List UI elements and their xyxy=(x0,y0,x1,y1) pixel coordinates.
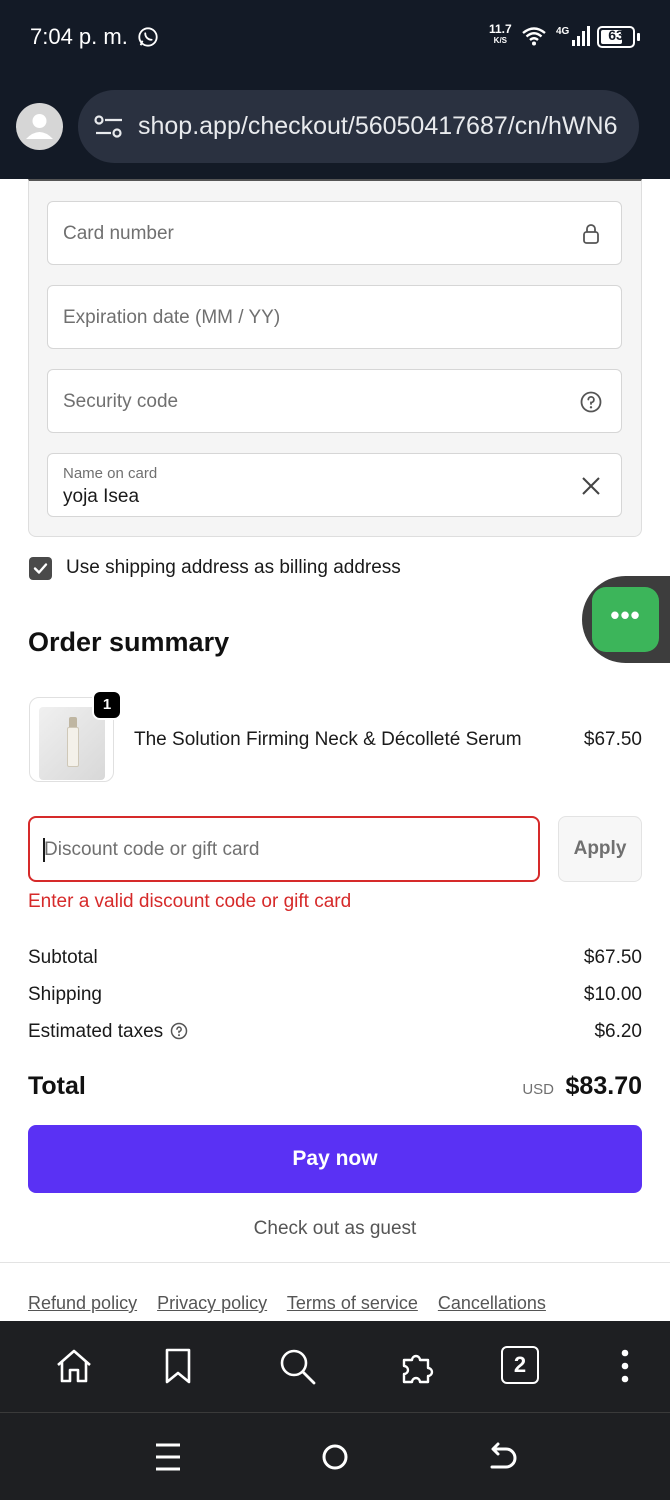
total-amount: $83.70 xyxy=(565,1072,642,1100)
discount-placeholder: Discount code or gift card xyxy=(44,839,260,860)
clear-icon[interactable] xyxy=(579,474,603,498)
pay-now-button[interactable]: Pay now xyxy=(28,1125,642,1193)
footer-divider xyxy=(0,1262,670,1263)
network-type-label: 4G xyxy=(556,26,570,37)
shipping-amount: $10.00 xyxy=(583,984,642,1005)
address-bar[interactable]: shop.app/checkout/56050417687/cn/hWN6 xyxy=(78,90,639,163)
battery-indicator: 63 xyxy=(597,26,641,48)
taxes-help-icon[interactable] xyxy=(170,1022,188,1040)
discount-error-message: Enter a valid discount code or gift card xyxy=(28,891,352,912)
refund-policy-link[interactable]: Refund policy xyxy=(28,1293,137,1313)
more-menu-icon[interactable] xyxy=(605,1346,645,1386)
lock-icon xyxy=(583,224,599,244)
taxes-label: Estimated taxes xyxy=(28,1021,164,1042)
security-code-field[interactable]: Security code xyxy=(47,369,622,433)
card-number-placeholder: Card number xyxy=(63,223,174,244)
wifi-icon xyxy=(522,27,546,46)
url-text: shop.app/checkout/56050417687/cn/hWN6 xyxy=(138,112,618,140)
system-navigation-bar xyxy=(0,1412,670,1500)
net-speed-value: 11.7 xyxy=(489,22,512,36)
expiration-date-field[interactable]: Expiration date (MM / YY) xyxy=(47,285,622,349)
security-code-placeholder: Security code xyxy=(63,391,179,412)
billing-checkbox-label[interactable]: Use shipping address as billing address xyxy=(66,557,401,579)
browser-bottom-toolbar: 2 xyxy=(0,1321,670,1412)
discount-code-input[interactable]: Discount code or gift card xyxy=(28,816,540,882)
name-on-card-field[interactable]: Name on card yoja Isea xyxy=(47,453,622,517)
order-summary-title: Order summary xyxy=(28,627,230,657)
shipping-label: Shipping xyxy=(28,984,102,1005)
product-name: The Solution Firming Neck & Décolleté Se… xyxy=(134,729,522,750)
privacy-policy-link[interactable]: Privacy policy xyxy=(157,1293,267,1313)
profile-avatar[interactable] xyxy=(16,103,63,150)
back-icon[interactable] xyxy=(484,1439,520,1475)
shipping-row: Shipping $10.00 xyxy=(28,984,642,1010)
total-currency: USD xyxy=(522,1081,554,1098)
subtotal-row: Subtotal $67.50 xyxy=(28,947,642,973)
browser-top-bar: 7:04 p. m. 11.7 K/S 4G 63 shop.app/check… xyxy=(0,0,670,179)
policy-links: Refund policy Privacy policy Terms of se… xyxy=(28,1293,561,1314)
subtotal-amount: $67.50 xyxy=(583,947,642,968)
cancellations-link[interactable]: Cancellations xyxy=(438,1293,546,1313)
chat-widget-tab: ••• xyxy=(582,576,670,663)
taxes-row: Estimated taxes $6.20 xyxy=(28,1021,642,1047)
billing-address-checkbox[interactable] xyxy=(29,557,52,580)
site-settings-icon[interactable] xyxy=(94,114,124,140)
subtotal-label: Subtotal xyxy=(28,947,98,968)
home-icon[interactable] xyxy=(54,1346,94,1386)
name-on-card-label: Name on card xyxy=(63,465,158,482)
extensions-icon[interactable] xyxy=(398,1346,438,1386)
whatsapp-icon xyxy=(138,27,158,47)
total-row: Total USD $83.70 xyxy=(28,1071,642,1105)
card-number-field[interactable]: Card number xyxy=(47,201,622,265)
checkmark-icon xyxy=(33,563,48,574)
bookmark-icon[interactable] xyxy=(158,1346,198,1386)
battery-level: 63 xyxy=(608,27,624,43)
cell-signal-icon: 4G xyxy=(556,26,590,46)
search-icon[interactable] xyxy=(277,1346,317,1386)
terms-of-service-link[interactable]: Terms of service xyxy=(287,1293,418,1313)
expiration-placeholder: Expiration date (MM / YY) xyxy=(63,307,281,328)
home-circle-icon[interactable] xyxy=(317,1439,353,1475)
status-time: 7:04 p. m. xyxy=(30,24,128,49)
help-circle-icon[interactable] xyxy=(579,390,603,414)
text-cursor xyxy=(43,838,45,862)
taxes-amount: $6.20 xyxy=(594,1021,642,1042)
net-speed-unit: K/S xyxy=(493,36,508,45)
product-price: $67.50 xyxy=(583,729,642,750)
total-label: Total xyxy=(28,1072,86,1100)
name-on-card-value: yoja Isea xyxy=(63,486,140,507)
apply-discount-button[interactable]: Apply xyxy=(558,816,642,882)
checkout-as-guest-link[interactable]: Check out as guest xyxy=(0,1218,670,1240)
net-speed: 11.7 K/S xyxy=(489,22,512,46)
quantity-badge: 1 xyxy=(92,690,122,720)
recent-apps-icon[interactable] xyxy=(150,1439,186,1475)
more-dots-icon: ••• xyxy=(610,600,641,630)
tab-switcher-button[interactable]: 2 xyxy=(501,1346,539,1384)
person-icon xyxy=(26,114,53,139)
chat-button[interactable]: ••• xyxy=(592,587,659,652)
